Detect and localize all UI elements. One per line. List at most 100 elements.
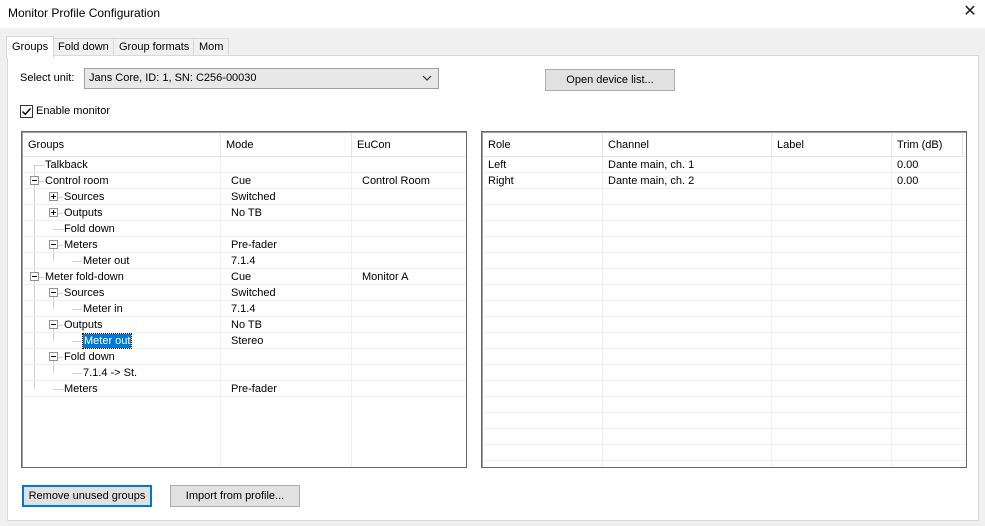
tree-row[interactable]: Meter out Stereo: [23, 333, 464, 349]
group-mode: No TB: [231, 319, 262, 331]
group-mode: 7.1.4: [231, 303, 256, 315]
expand-plus-icon[interactable]: [49, 192, 58, 201]
row-gridline: [483, 364, 966, 365]
group-mode: No TB: [231, 207, 262, 219]
checkmark-icon: [22, 108, 32, 116]
group-name: Meter in: [83, 303, 123, 315]
channel-name: Dante main, ch. 2: [608, 175, 695, 187]
collapse-minus-icon[interactable]: [30, 272, 39, 281]
tree-row[interactable]: Meter fold-down Cue Monitor A: [23, 269, 464, 285]
tree-row[interactable]: Talkback: [23, 157, 464, 173]
remove-unused-groups-button[interactable]: Remove unused groups: [22, 485, 152, 507]
tree-row[interactable]: Fold down: [23, 349, 464, 365]
collapse-minus-icon[interactable]: [30, 176, 39, 185]
tree-row[interactable]: Sources Switched: [23, 285, 464, 301]
group-mode: 7.1.4: [231, 255, 256, 267]
group-eucon: [357, 205, 362, 221]
group-name: Meters: [64, 383, 98, 395]
channel-role: Right: [488, 175, 514, 187]
row-gridline: [483, 284, 966, 285]
window-title: Monitor Profile Configuration: [8, 6, 161, 20]
chevron-down-icon: [422, 75, 432, 81]
group-name: Meter fold-down: [45, 271, 124, 283]
tree-row[interactable]: Fold down: [23, 221, 464, 237]
row-gridline: [483, 412, 966, 413]
tree-row[interactable]: Meter in 7.1.4: [23, 301, 464, 317]
row-gridline: [483, 428, 966, 429]
channel-label: [772, 173, 777, 189]
enable-monitor-checkbox[interactable]: [20, 105, 33, 118]
group-mode: Cue: [231, 271, 252, 283]
collapse-minus-icon[interactable]: [49, 288, 58, 297]
row-gridline: [483, 444, 966, 445]
tree-row[interactable]: Outputs No TB: [23, 205, 464, 221]
group-name: Sources: [64, 191, 105, 203]
group-eucon: [357, 333, 362, 349]
collapse-minus-icon[interactable]: [49, 320, 58, 329]
groups-table[interactable]: Groups Mode EuCon Talkback Control room Cu…: [21, 131, 467, 468]
group-eucon: [357, 365, 362, 381]
channel-role: Left: [488, 159, 507, 171]
column-header-role[interactable]: Role: [483, 133, 603, 157]
tree-row[interactable]: Control room Cue Control Room: [23, 173, 464, 189]
row-gridline: [483, 220, 966, 221]
group-eucon: [357, 349, 362, 365]
group-eucon: Control Room: [362, 175, 430, 187]
group-mode: [226, 365, 231, 381]
row-gridline: [483, 332, 966, 333]
import-from-profile-button[interactable]: Import from profile...: [170, 485, 300, 507]
enable-monitor-label: Enable monitor: [36, 105, 110, 117]
open-device-list-button[interactable]: Open device list...: [545, 69, 675, 91]
group-name: Sources: [64, 287, 105, 299]
channel-trim: 0.00: [897, 175, 919, 187]
row-gridline: [483, 316, 966, 317]
tree-row[interactable]: Meters Pre-fader: [23, 381, 464, 397]
group-name: Outputs: [64, 207, 103, 219]
row-gridline: [483, 268, 966, 269]
group-mode: Switched: [231, 287, 276, 299]
tree-row[interactable]: Meter out 7.1.4: [23, 253, 464, 269]
group-name: Outputs: [64, 319, 103, 331]
tree-row[interactable]: Outputs No TB: [23, 317, 464, 333]
channel-row[interactable]: Right Dante main, ch. 2 0.00: [483, 173, 965, 189]
group-name: Fold down: [64, 351, 115, 363]
group-name: Control room: [45, 175, 109, 187]
column-header-label[interactable]: Label: [772, 133, 892, 157]
channel-label: [772, 157, 777, 173]
column-header-mode[interactable]: Mode: [221, 133, 352, 157]
group-name: Meter out: [81, 333, 133, 349]
group-eucon: [357, 221, 362, 237]
group-name: Talkback: [45, 159, 88, 171]
expand-plus-icon[interactable]: [49, 208, 58, 217]
group-mode: Stereo: [231, 335, 264, 347]
group-name: Fold down: [64, 223, 115, 235]
unit-select-value: Jans Core, ID: 1, SN: C256-00030: [89, 72, 257, 84]
column-header-eucon[interactable]: EuCon: [352, 133, 464, 157]
group-mode: Cue: [231, 175, 252, 187]
group-eucon: [357, 253, 362, 269]
unit-select[interactable]: Jans Core, ID: 1, SN: C256-00030: [84, 68, 439, 89]
tab-groups[interactable]: Groups: [6, 36, 55, 58]
row-gridline: [483, 236, 966, 237]
group-eucon: [357, 381, 362, 397]
group-name: Meter out: [83, 255, 130, 267]
tree-row[interactable]: 7.1.4 -> St.: [23, 365, 464, 381]
tree-row[interactable]: Meters Pre-fader: [23, 237, 464, 253]
collapse-minus-icon[interactable]: [49, 352, 58, 361]
row-gridline: [483, 252, 966, 253]
groups-tab-panel: Select unit: Jans Core, ID: 1, SN: C256-…: [7, 55, 979, 521]
row-gridline: [483, 348, 966, 349]
group-name: 7.1.4 -> St.: [83, 367, 138, 379]
group-mode: [226, 157, 231, 173]
column-header-channel[interactable]: Channel: [603, 133, 772, 157]
tree-row[interactable]: Sources Switched: [23, 189, 464, 205]
collapse-minus-icon[interactable]: [49, 240, 58, 249]
close-icon[interactable]: ✕: [961, 3, 979, 21]
channels-table[interactable]: Role Channel Label Trim (dB) Left Dante m…: [481, 131, 967, 468]
title-bar: Monitor Profile Configuration ✕: [0, 0, 985, 28]
column-header-trim[interactable]: Trim (dB): [892, 133, 963, 157]
row-gridline: [483, 396, 966, 397]
select-unit-label: Select unit:: [20, 72, 75, 84]
channel-row[interactable]: Left Dante main, ch. 1 0.00: [483, 157, 965, 173]
group-eucon: [357, 285, 362, 301]
